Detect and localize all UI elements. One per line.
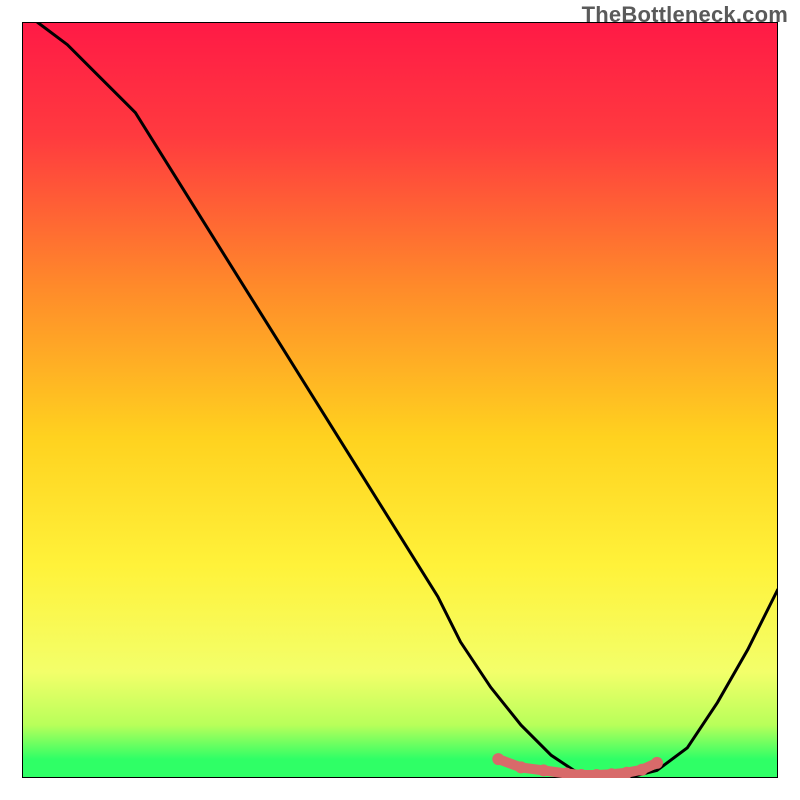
chart-svg: [22, 22, 778, 778]
chart-container: TheBottleneck.com: [0, 0, 800, 800]
optimal-band-marker: [651, 757, 663, 769]
optimal-band-marker: [492, 753, 504, 765]
optimal-band-marker: [636, 764, 648, 776]
plot-area: [22, 22, 778, 778]
optimal-band-marker: [515, 761, 527, 773]
optimal-band-marker: [538, 764, 550, 776]
watermark-text: TheBottleneck.com: [582, 2, 788, 28]
gradient-background: [22, 22, 778, 778]
